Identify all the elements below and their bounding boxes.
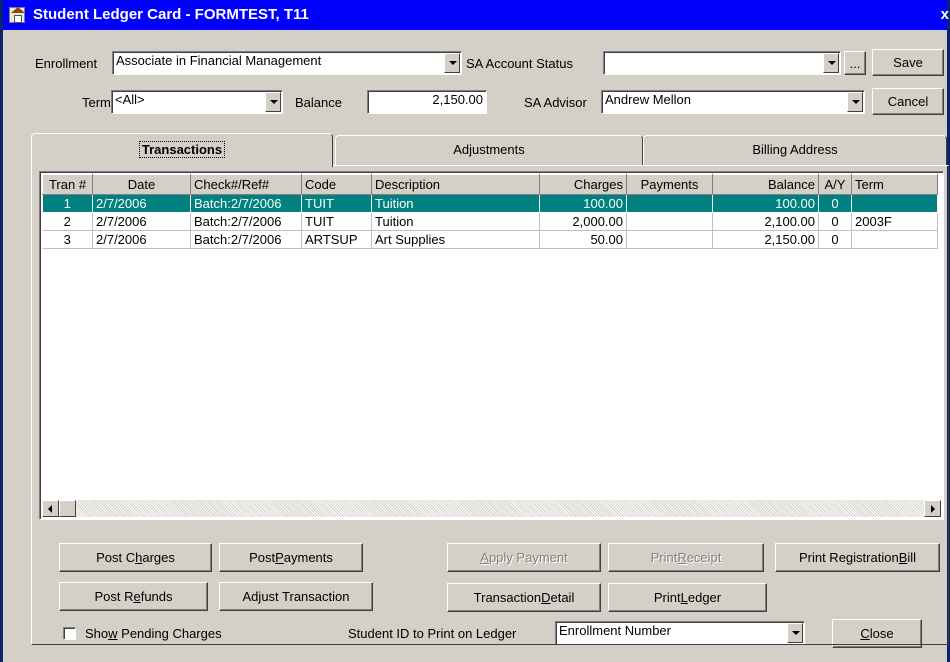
table-row[interactable]: 2 2/7/2006 Batch:2/7/2006 TUIT Tuition 2… — [42, 212, 938, 231]
cell-description: Art Supplies — [371, 230, 540, 249]
column-header[interactable]: Charges — [539, 174, 627, 195]
scrollbar-thumb[interactable] — [59, 500, 76, 517]
balance-label: Balance — [295, 95, 342, 110]
sa-account-status-browse-button[interactable]: ... — [844, 51, 866, 75]
cell-code: TUIT — [301, 212, 372, 231]
cell-tran: 1 — [42, 194, 93, 213]
cell-ay: 0 — [818, 230, 852, 249]
title-bar: Student Ledger Card - FORMTEST, T11 x — [3, 0, 949, 30]
cell-ref: Batch:2/7/2006 — [190, 212, 302, 231]
table-header-row: Tran # Date Check#/Ref# Code Description… — [42, 174, 938, 195]
cell-description: Tuition — [371, 212, 540, 231]
sa-account-status-label: SA Account Status — [466, 56, 573, 71]
column-header[interactable]: Payments — [626, 174, 713, 195]
tab-adjustments[interactable]: Adjustments — [335, 135, 643, 165]
tab-transactions[interactable]: Transactions — [31, 133, 333, 167]
scroll-left-icon[interactable] — [42, 500, 59, 517]
cell-date: 2/7/2006 — [92, 230, 191, 249]
cell-code: ARTSUP — [301, 230, 372, 249]
cell-description: Tuition — [371, 194, 540, 213]
term-value: <All> — [115, 92, 145, 107]
chevron-down-icon[interactable] — [265, 92, 281, 112]
cancel-label: Cancel — [887, 94, 929, 109]
cell-tran: 3 — [42, 230, 93, 249]
enrollment-label: Enrollment — [35, 56, 98, 71]
cell-charges: 100.00 — [539, 194, 627, 213]
balance-value: 2,150.00 — [432, 92, 483, 107]
ellipsis-label: ... — [849, 55, 861, 71]
horizontal-scrollbar[interactable] — [42, 500, 941, 517]
sa-account-status-select[interactable] — [603, 51, 841, 75]
cell-payments — [626, 194, 713, 213]
table-row[interactable]: 1 2/7/2006 Batch:2/7/2006 TUIT Tuition 1… — [42, 194, 938, 213]
column-header[interactable]: Date — [92, 174, 191, 195]
cell-term — [851, 194, 938, 213]
cell-balance: 2,150.00 — [712, 230, 819, 249]
chevron-down-icon[interactable] — [444, 53, 460, 73]
term-select[interactable]: <All> — [111, 90, 283, 114]
cell-tran: 2 — [42, 212, 93, 231]
cell-payments — [626, 230, 713, 249]
sa-advisor-label: SA Advisor — [524, 95, 587, 110]
column-header[interactable]: Term — [851, 174, 938, 195]
save-label: Save — [893, 55, 923, 70]
student-ledger-window: Student Ledger Card - FORMTEST, T11 x En… — [0, 0, 950, 662]
cell-balance: 100.00 — [712, 194, 819, 213]
enrollment-value: Associate in Financial Management — [116, 53, 322, 68]
cell-term: 2003F — [851, 212, 938, 231]
window-title: Student Ledger Card - FORMTEST, T11 — [33, 6, 309, 23]
table-row[interactable]: 3 2/7/2006 Batch:2/7/2006 ARTSUP Art Sup… — [42, 230, 938, 249]
tab-billing-address[interactable]: Billing Address — [643, 135, 947, 165]
chevron-down-icon[interactable] — [847, 92, 863, 112]
cell-balance: 2,100.00 — [712, 212, 819, 231]
column-header[interactable]: Code — [301, 174, 372, 195]
balance-field: 2,150.00 — [367, 90, 487, 114]
column-header[interactable]: Tran # — [42, 174, 93, 195]
cell-ref: Batch:2/7/2006 — [190, 194, 302, 213]
tab-label: Adjustments — [453, 142, 525, 157]
enrollment-select[interactable]: Associate in Financial Management — [112, 51, 462, 75]
transactions-grid[interactable]: Tran # Date Check#/Ref# Code Description… — [39, 171, 944, 520]
cell-charges: 50.00 — [539, 230, 627, 249]
save-button[interactable]: Save — [872, 49, 944, 76]
cell-charges: 2,000.00 — [539, 212, 627, 231]
column-header[interactable]: Check#/Ref# — [190, 174, 302, 195]
cell-code: TUIT — [301, 194, 372, 213]
cell-payments — [626, 212, 713, 231]
cell-ref: Batch:2/7/2006 — [190, 230, 302, 249]
sa-advisor-value: Andrew Mellon — [605, 92, 691, 107]
tab-label: Transactions — [138, 141, 226, 158]
cancel-button[interactable]: Cancel — [872, 88, 944, 115]
transactions-table: Tran # Date Check#/Ref# Code Description… — [42, 174, 938, 249]
app-icon — [9, 7, 25, 23]
chevron-down-icon[interactable] — [823, 53, 839, 73]
term-label: Term — [82, 95, 111, 110]
cell-date: 2/7/2006 — [92, 212, 191, 231]
cell-term — [851, 230, 938, 249]
column-header[interactable]: A/Y — [818, 174, 852, 195]
column-header[interactable]: Description — [371, 174, 540, 195]
column-header[interactable]: Balance — [712, 174, 819, 195]
cell-ay: 0 — [818, 194, 852, 213]
scroll-right-icon[interactable] — [924, 500, 941, 517]
cell-date: 2/7/2006 — [92, 194, 191, 213]
sa-advisor-select[interactable]: Andrew Mellon — [601, 90, 865, 114]
tab-label: Billing Address — [752, 142, 838, 157]
close-window-icon[interactable]: x — [941, 6, 949, 23]
cell-ay: 0 — [818, 212, 852, 231]
